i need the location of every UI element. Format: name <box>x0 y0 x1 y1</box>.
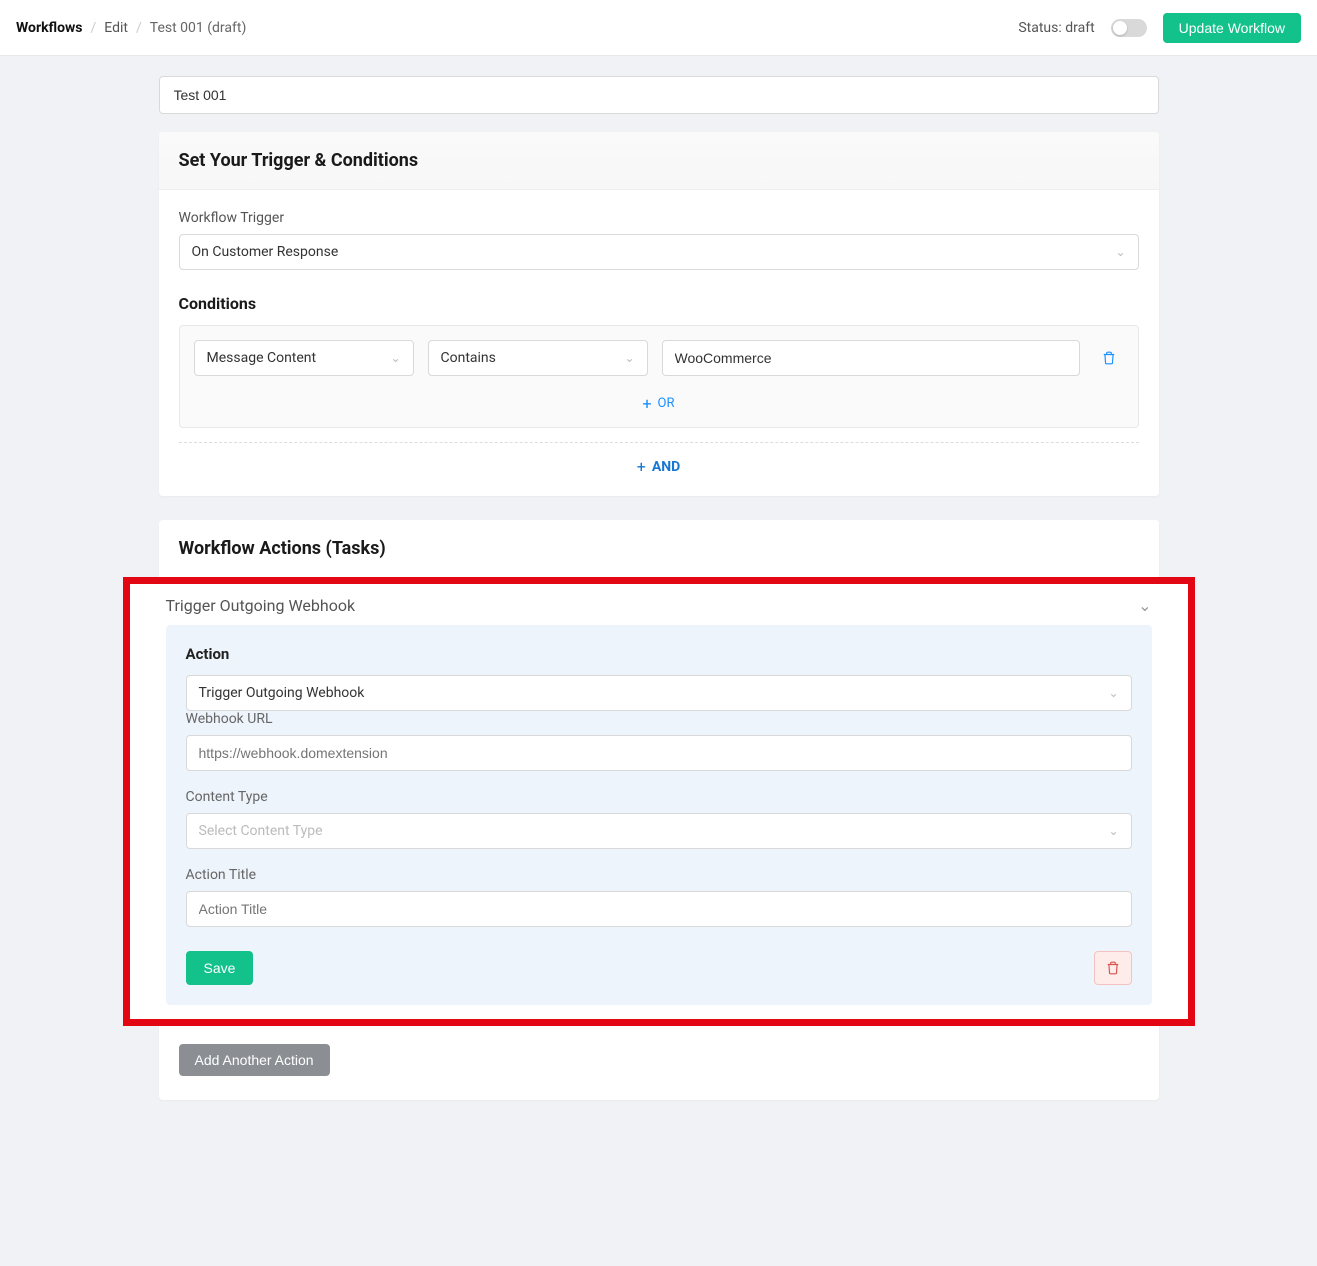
actions-card-title: Workflow Actions (Tasks) <box>159 520 1159 577</box>
condition-row: Message Content ⌄ Contains ⌄ <box>194 340 1124 376</box>
breadcrumb-separator: / <box>136 20 142 36</box>
and-label: AND <box>652 459 680 475</box>
condition-operator-select[interactable]: Contains ⌄ <box>428 340 648 376</box>
delete-action-button[interactable] <box>1094 951 1132 985</box>
plus-icon: + <box>637 457 646 476</box>
condition-field-select[interactable]: Message Content ⌄ <box>194 340 414 376</box>
action-heading: Action <box>186 645 1132 663</box>
highlighted-action-panel: Trigger Outgoing Webhook ⌄ Action Trigge… <box>123 577 1195 1026</box>
add-another-action-button[interactable]: Add Another Action <box>179 1044 330 1076</box>
chevron-down-icon[interactable]: ⌄ <box>1138 596 1151 615</box>
webhook-url-input[interactable] <box>186 735 1132 771</box>
add-and-condition-button[interactable]: + AND <box>179 442 1139 476</box>
main-content: Set Your Trigger & Conditions Workflow T… <box>159 56 1159 1140</box>
breadcrumb-edit[interactable]: Edit <box>104 20 128 36</box>
chevron-down-icon: ⌄ <box>390 351 400 365</box>
trigger-card: Set Your Trigger & Conditions Workflow T… <box>159 132 1159 496</box>
update-workflow-button[interactable]: Update Workflow <box>1163 13 1301 43</box>
workflow-trigger-value: On Customer Response <box>192 244 339 260</box>
workflow-trigger-label: Workflow Trigger <box>179 210 1139 226</box>
plus-icon: + <box>642 394 651 413</box>
breadcrumb-separator: / <box>91 20 97 36</box>
condition-value-input[interactable] <box>662 340 1080 376</box>
action-footer: Save <box>186 951 1132 985</box>
action-panel-body: Action Trigger Outgoing Webhook ⌄ Webhoo… <box>166 625 1152 1005</box>
header-actions: Status: draft Update Workflow <box>1018 13 1301 43</box>
delete-condition-button[interactable] <box>1094 351 1124 365</box>
breadcrumb-root[interactable]: Workflows <box>16 20 83 36</box>
workflow-name-input[interactable] <box>159 76 1159 114</box>
content-type-placeholder: Select Content Type <box>199 823 323 839</box>
action-type-select[interactable]: Trigger Outgoing Webhook ⌄ <box>186 675 1132 711</box>
chevron-down-icon: ⌄ <box>1115 245 1125 259</box>
action-title-input[interactable] <box>186 891 1132 927</box>
condition-field-value: Message Content <box>207 350 317 366</box>
workflow-trigger-select[interactable]: On Customer Response ⌄ <box>179 234 1139 270</box>
or-label: OR <box>658 396 675 411</box>
status-toggle[interactable] <box>1111 19 1147 37</box>
conditions-title: Conditions <box>179 294 1139 313</box>
condition-operator-value: Contains <box>441 350 496 366</box>
webhook-url-label: Webhook URL <box>186 711 1132 727</box>
content-type-select[interactable]: Select Content Type ⌄ <box>186 813 1132 849</box>
condition-group: Message Content ⌄ Contains ⌄ + OR <box>179 325 1139 428</box>
breadcrumb-current: Test 001 (draft) <box>150 20 247 36</box>
action-panel-header[interactable]: Trigger Outgoing Webhook ⌄ <box>166 584 1152 625</box>
content-type-label: Content Type <box>186 789 1132 805</box>
add-or-condition-button[interactable]: + OR <box>194 394 1124 413</box>
breadcrumb: Workflows / Edit / Test 001 (draft) <box>16 20 246 36</box>
top-bar: Workflows / Edit / Test 001 (draft) Stat… <box>0 0 1317 56</box>
chevron-down-icon: ⌄ <box>1108 824 1118 838</box>
chevron-down-icon: ⌄ <box>624 351 634 365</box>
action-title-label: Action Title <box>186 867 1132 883</box>
chevron-down-icon: ⌄ <box>1108 686 1118 700</box>
actions-card-footer: Add Another Action <box>159 1026 1159 1100</box>
trash-icon <box>1106 961 1120 975</box>
save-action-button[interactable]: Save <box>186 951 254 985</box>
trash-icon <box>1102 351 1116 365</box>
status-label: Status: draft <box>1018 20 1094 36</box>
trigger-card-title: Set Your Trigger & Conditions <box>159 132 1159 190</box>
action-type-value: Trigger Outgoing Webhook <box>199 685 365 701</box>
actions-card: Workflow Actions (Tasks) Trigger Outgoin… <box>159 520 1159 1100</box>
action-panel-title: Trigger Outgoing Webhook <box>166 596 356 615</box>
